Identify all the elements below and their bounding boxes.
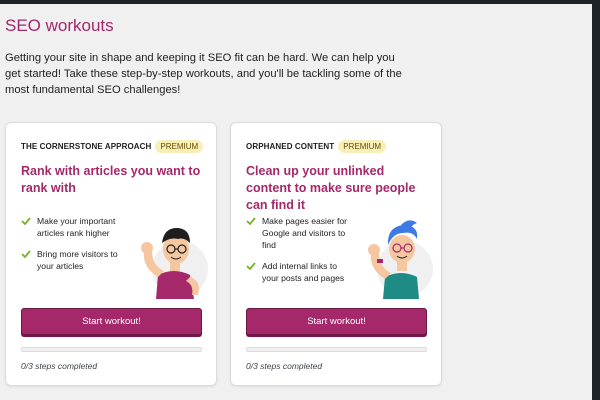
benefit-text: Add internal links to your posts and pag…: [262, 261, 345, 283]
page-title: SEO workouts: [5, 16, 114, 35]
progress-text: 0/3 steps completed: [246, 361, 323, 371]
benefit-text: Make pages easier for Google and visitor…: [262, 216, 348, 250]
benefit-list: Make pages easier for Google and visitor…: [246, 215, 356, 293]
card-title: Clean up your unlinked content to make s…: [246, 164, 416, 212]
check-icon: [21, 217, 31, 225]
benefit-item: Add internal links to your posts and pag…: [246, 260, 356, 284]
start-workout-button[interactable]: Start workout!: [21, 308, 202, 335]
page-intro: Getting your site in shape and keeping i…: [5, 52, 402, 96]
progress-text: 0/3 steps completed: [21, 361, 98, 371]
benefit-list: Make your important articles rank higher…: [21, 215, 131, 281]
workout-card-orphaned: ORPHANED CONTENT PREMIUM Clean up your u…: [230, 122, 442, 386]
man-flexing-icon: [141, 227, 208, 299]
top-admin-bar: [0, 0, 600, 4]
benefit-item: Make pages easier for Google and visitor…: [246, 215, 356, 251]
check-icon: [246, 262, 256, 270]
start-workout-button[interactable]: Start workout!: [246, 308, 427, 335]
right-edge-bar: [592, 0, 600, 400]
card-header: ORPHANED CONTENT PREMIUM: [246, 139, 387, 153]
card-label: THE CORNERSTONE APPROACH: [21, 141, 152, 151]
benefit-text: Bring more visitors to your articles: [37, 249, 118, 271]
card-header: THE CORNERSTONE APPROACH PREMIUM: [21, 139, 204, 153]
benefit-item: Bring more visitors to your articles: [21, 248, 131, 272]
check-icon: [246, 217, 256, 225]
progress-bar: [246, 347, 427, 352]
check-icon: [21, 250, 31, 258]
woman-flexing-icon: [368, 220, 433, 299]
benefit-item: Make your important articles rank higher: [21, 215, 131, 239]
premium-badge: PREMIUM: [338, 139, 387, 153]
benefit-text: Make your important articles rank higher: [37, 216, 116, 238]
premium-badge: PREMIUM: [155, 139, 204, 153]
card-title: Rank with articles you want to rank with: [21, 164, 201, 195]
card-label: ORPHANED CONTENT: [246, 141, 335, 151]
progress-bar: [21, 347, 202, 352]
workout-card-cornerstone: THE CORNERSTONE APPROACH PREMIUM Rank wi…: [5, 122, 217, 386]
